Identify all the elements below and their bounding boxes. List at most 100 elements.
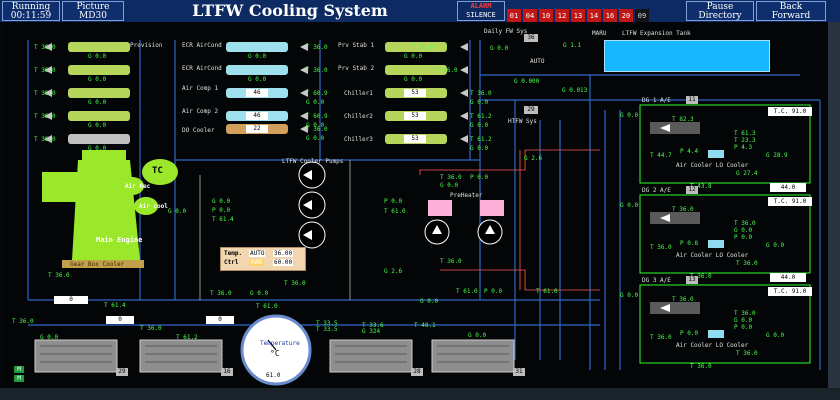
cooler-label: ECR AirCond <box>182 65 222 72</box>
setpoint-input[interactable]: 0 <box>54 296 88 304</box>
flow-value: G 0.0 <box>766 332 785 339</box>
temp-value: T 61.4 <box>104 302 126 309</box>
tc-value-box: T.C. 91.0 <box>768 197 812 206</box>
temp-value: T 61.0 <box>536 288 558 295</box>
value-badge: 53 <box>404 135 426 143</box>
pressure-value: P 0.0 <box>470 174 489 181</box>
pressure-value: P 0.0 <box>680 330 699 337</box>
htfw-label: HTFW Sys <box>508 118 537 125</box>
cooler-caption: Air Cooler LO Cooler <box>676 342 749 349</box>
temp-value: T 36.0 <box>736 260 758 267</box>
temp-value: T 61.3 <box>734 130 756 137</box>
temp-value: T 36.0 <box>650 334 672 341</box>
temp-value: T 36.0 <box>306 67 328 74</box>
status-indicator[interactable]: M <box>14 375 24 382</box>
flow-value: G 1.1 <box>563 42 582 49</box>
pumps-title: LTFW Cooler Pumps <box>282 158 344 165</box>
tank-number: 31 <box>513 368 525 376</box>
tc-value: 91.0 <box>791 198 807 205</box>
mode-auto-button[interactable]: AUTO <box>249 250 266 257</box>
cooler-label: Chiller2 <box>344 113 373 120</box>
flow-value: G 0.0 <box>440 182 459 189</box>
gauge-label: Temperature <box>260 340 300 347</box>
tank-number: 29 <box>116 368 128 376</box>
flow-value: G 0.0 <box>88 53 107 60</box>
flow-value: G 0.0 <box>306 135 325 142</box>
tc-side-value: 44.0 <box>770 183 806 192</box>
temp-value: T 36.0 <box>736 350 758 357</box>
value-badge: 46 <box>246 112 268 120</box>
maru-label: MARU <box>592 30 607 37</box>
flow-value: G 0.0 <box>620 202 639 209</box>
setpoint-auto[interactable]: 36.00 <box>273 250 294 257</box>
temp-value: T 36.0 <box>12 318 34 325</box>
flow-value: G 0.0 <box>620 292 639 299</box>
temp-value: T 36.0 <box>650 244 672 251</box>
flow-value: G 2.6 <box>524 155 543 162</box>
status-indicator[interactable]: M <box>14 366 24 373</box>
dg-title: DG 1 A/E <box>642 97 671 104</box>
temp-value: T 38.0 <box>34 67 56 74</box>
flow-value: G 0.013 <box>562 87 588 94</box>
temp-value: T 36.0 <box>210 290 232 297</box>
tc-label: T.C. <box>773 108 789 115</box>
flow-value: G 0.0 <box>420 298 439 305</box>
tc-label: TC <box>152 166 163 176</box>
temp-value: T 48.1 <box>414 322 436 329</box>
tc-value: 91.0 <box>791 108 807 115</box>
air-cooler-label: Air cool <box>139 203 168 210</box>
temp-value: T 36.0 <box>672 206 694 213</box>
temp-value: T 36.0 <box>734 310 756 317</box>
flow-value: G 0.0 <box>470 145 489 152</box>
flow-value: G 0.0 <box>470 99 489 106</box>
dg-title: DG 3 A/E <box>642 277 671 284</box>
gauge-value: 61.0 <box>266 372 281 379</box>
pressure-value: P 0.0 <box>212 207 231 214</box>
pressure-value: P 0.0 <box>384 198 403 205</box>
flow-value: G 0.0 <box>734 227 753 234</box>
setpoint-man[interactable]: 60.00 <box>273 259 294 266</box>
pressure-value: P 0.0 <box>734 324 753 331</box>
temp-value: T 82.3 <box>672 116 694 123</box>
temp-value: T 60.9 <box>306 113 328 120</box>
temp-value: T 38.0 <box>34 136 56 143</box>
pressure-value: P 0.8 <box>680 240 699 247</box>
temp-value: T 36.0 <box>690 363 712 370</box>
flow-value: G 0.0 <box>212 198 231 205</box>
setpoint-input[interactable]: 0 <box>206 316 234 324</box>
air-receiver-label: Air Rec <box>125 183 151 190</box>
temp-value: T 38.0 <box>34 113 56 120</box>
flow-value: G 0.0 <box>306 122 325 129</box>
temp-value: T 36.0 <box>470 90 492 97</box>
pressure-value: P 0.0 <box>484 288 503 295</box>
daily-fw-value: 36 <box>524 34 538 42</box>
flow-value: G 0.0 <box>470 122 489 129</box>
temp-value: T 36.0 <box>436 67 458 74</box>
dg-title: DG 2 A/E <box>642 187 671 194</box>
flow-value: G 2.6 <box>384 268 403 275</box>
temp-value: T 61.0 <box>256 303 278 310</box>
temp-value: T 38.0 <box>34 90 56 97</box>
dg-number: 13 <box>686 276 698 284</box>
expansion-tank-label: LTFW Expansion Tank <box>622 30 691 37</box>
flow-value: G 0.0 <box>250 290 269 297</box>
tc-value: 91.0 <box>791 288 807 295</box>
temp-value: T 36.0 <box>734 220 756 227</box>
flow-value: G 0.0 <box>88 145 107 152</box>
cooler-label: Air Comp 2 <box>182 108 219 115</box>
cooler-label: DO Cooler <box>182 127 215 134</box>
setpoint-input[interactable]: 0 <box>106 316 134 324</box>
temp-value: T 61.0 <box>456 288 478 295</box>
flow-value: G 0.0 <box>620 112 639 119</box>
flow-value: G 0.0 <box>88 122 107 129</box>
temp-control-panel: Temp. Ctrl AUTO 36.00 MAN 60.00 <box>220 247 306 271</box>
temp-value: T 60.9 <box>306 90 328 97</box>
temp-value: T 36.0 <box>48 272 70 279</box>
temp-value: T 36.0 <box>440 174 462 181</box>
value-badge: 46 <box>246 89 268 97</box>
cooler-label: Prv Stab 1 <box>338 42 375 49</box>
temp-label: Temp. <box>224 250 243 257</box>
tc-value-box: T.C. 91.0 <box>768 107 812 116</box>
mode-man-button[interactable]: MAN <box>249 259 264 266</box>
temp-value: T 61.2 <box>470 136 492 143</box>
